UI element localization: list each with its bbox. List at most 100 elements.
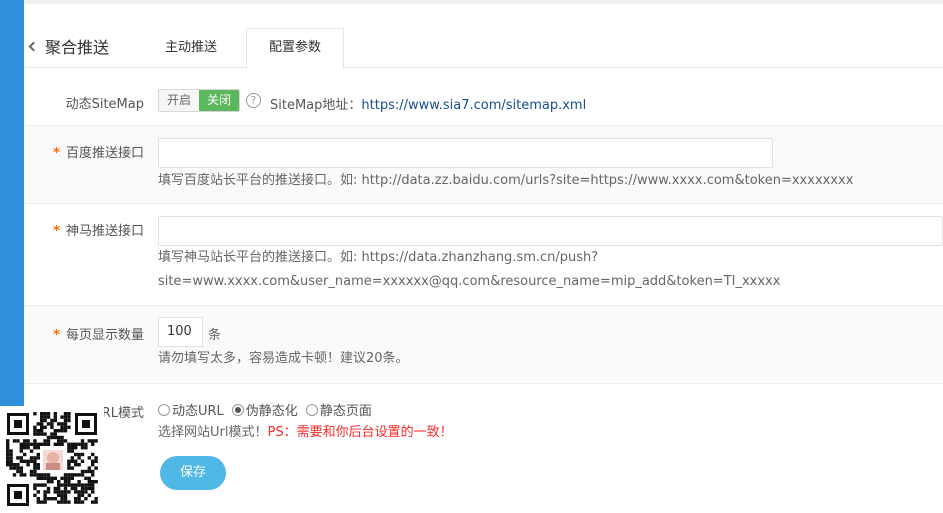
qr-module bbox=[36, 452, 40, 457]
qr-module bbox=[70, 442, 74, 446]
qr-module bbox=[57, 439, 61, 443]
switch-off-option[interactable]: 关闭 bbox=[199, 90, 240, 111]
qr-module bbox=[53, 412, 57, 416]
qr-module bbox=[74, 463, 78, 467]
qr-module bbox=[57, 483, 61, 487]
per-page-label: * 每页显示数量 bbox=[24, 324, 144, 343]
per-page-hint: 请勿填写太多，容易造成卡顿！建议20条。 bbox=[158, 351, 409, 366]
qr-module bbox=[33, 459, 37, 463]
qr-module bbox=[70, 473, 74, 477]
qr-module bbox=[36, 483, 40, 487]
qr-module bbox=[46, 435, 51, 440]
qr-module bbox=[50, 422, 54, 426]
qr-code-image bbox=[0, 406, 104, 513]
sitemap-url-link[interactable]: https://www.sia7.com/sitemap.xml bbox=[361, 98, 586, 113]
qr-module bbox=[80, 442, 85, 446]
qr-module bbox=[87, 456, 91, 460]
qr-module bbox=[74, 486, 78, 491]
qr-module bbox=[77, 497, 81, 501]
sitemap-toggle[interactable]: 开启 关闭 bbox=[158, 89, 241, 112]
qr-module bbox=[50, 435, 54, 440]
help-icon[interactable]: ? bbox=[246, 93, 261, 108]
qr-module bbox=[6, 442, 10, 446]
qr-module bbox=[29, 469, 34, 474]
required-mark: * bbox=[53, 146, 60, 161]
page-title: 聚合推送 bbox=[45, 38, 110, 57]
qr-module bbox=[36, 466, 40, 470]
qr-module bbox=[43, 432, 47, 436]
qr-module bbox=[46, 412, 51, 416]
qr-module bbox=[60, 429, 64, 433]
shenma-label: * 神马推送接口 bbox=[24, 220, 144, 239]
qr-module bbox=[91, 480, 95, 484]
baidu-push-input[interactable] bbox=[158, 138, 773, 168]
baidu-label-text: 百度推送接口 bbox=[65, 146, 144, 161]
qr-module bbox=[6, 446, 10, 450]
qr-module bbox=[63, 473, 68, 477]
qr-module bbox=[74, 459, 78, 463]
url-mode-hint-text: 选择网站Url模式！ bbox=[158, 425, 268, 440]
shenma-hint-line1: 填写神马站长平台的推送接口。如: https://data.zhanzhang.… bbox=[158, 250, 599, 265]
qr-module bbox=[46, 442, 51, 446]
radio-pseudo-static[interactable]: 伪静态化 bbox=[231, 400, 298, 419]
qr-module bbox=[23, 459, 27, 463]
qr-module bbox=[29, 449, 34, 453]
qr-module bbox=[12, 463, 17, 467]
qr-module bbox=[74, 497, 78, 501]
qr-module bbox=[74, 473, 78, 477]
qr-module bbox=[91, 500, 95, 504]
qr-module bbox=[40, 429, 44, 433]
baidu-label: * 百度推送接口 bbox=[24, 142, 144, 161]
qr-module bbox=[33, 469, 37, 474]
radio-dot[interactable] bbox=[305, 403, 318, 416]
radio-dynamic-url[interactable]: 动态URL bbox=[158, 400, 224, 419]
qr-module bbox=[53, 435, 57, 440]
qr-module bbox=[91, 463, 95, 467]
qr-module bbox=[87, 466, 91, 470]
qr-module bbox=[29, 459, 34, 463]
radio-static-page[interactable]: 静态页面 bbox=[305, 400, 372, 419]
save-button[interactable]: 保存 bbox=[160, 456, 226, 490]
qr-module bbox=[6, 456, 10, 460]
back-button[interactable]: 聚合推送 bbox=[26, 34, 109, 58]
qr-module bbox=[63, 439, 68, 443]
qr-module bbox=[36, 429, 40, 433]
tab-config-params[interactable]: 配置参数 bbox=[246, 28, 344, 69]
radio-dot[interactable] bbox=[158, 403, 170, 416]
qr-module bbox=[67, 473, 71, 477]
sitemap-address-label: SiteMap地址： bbox=[270, 98, 362, 113]
qr-module bbox=[77, 500, 81, 504]
qr-module bbox=[26, 439, 30, 443]
qr-module bbox=[80, 446, 85, 450]
qr-module bbox=[40, 425, 44, 429]
qr-module bbox=[6, 439, 10, 443]
qr-module bbox=[84, 486, 88, 491]
required-mark: * bbox=[53, 224, 60, 239]
qr-module bbox=[46, 439, 51, 443]
qr-module bbox=[43, 490, 47, 494]
qr-module bbox=[53, 432, 57, 436]
qr-module bbox=[23, 446, 27, 450]
qr-module bbox=[33, 412, 37, 416]
shenma-hint-line2: site=www.xxxx.com&user_name=xxxxxx@qq.co… bbox=[158, 274, 781, 289]
qr-module bbox=[43, 425, 47, 429]
qr-module bbox=[53, 415, 57, 419]
qr-module bbox=[43, 439, 47, 443]
qr-module bbox=[36, 422, 40, 426]
qr-module bbox=[6, 449, 10, 453]
tab-active-push[interactable]: 主动推送 bbox=[160, 28, 222, 68]
qr-module bbox=[74, 442, 78, 446]
qr-module bbox=[43, 493, 47, 497]
qr-module bbox=[67, 425, 71, 429]
qr-module bbox=[29, 456, 34, 460]
radio-dot-checked[interactable] bbox=[231, 403, 244, 416]
qr-module bbox=[80, 459, 85, 463]
qr-module bbox=[63, 418, 68, 423]
shenma-push-input[interactable] bbox=[158, 216, 943, 246]
qr-module bbox=[60, 435, 64, 440]
switch-on-option[interactable]: 开启 bbox=[159, 90, 200, 111]
qr-module bbox=[33, 483, 37, 487]
qr-module bbox=[91, 459, 95, 463]
url-mode-warning: PS：需要和你后台设置的一致！ bbox=[267, 425, 453, 440]
per-page-input[interactable]: 100 bbox=[158, 317, 203, 347]
